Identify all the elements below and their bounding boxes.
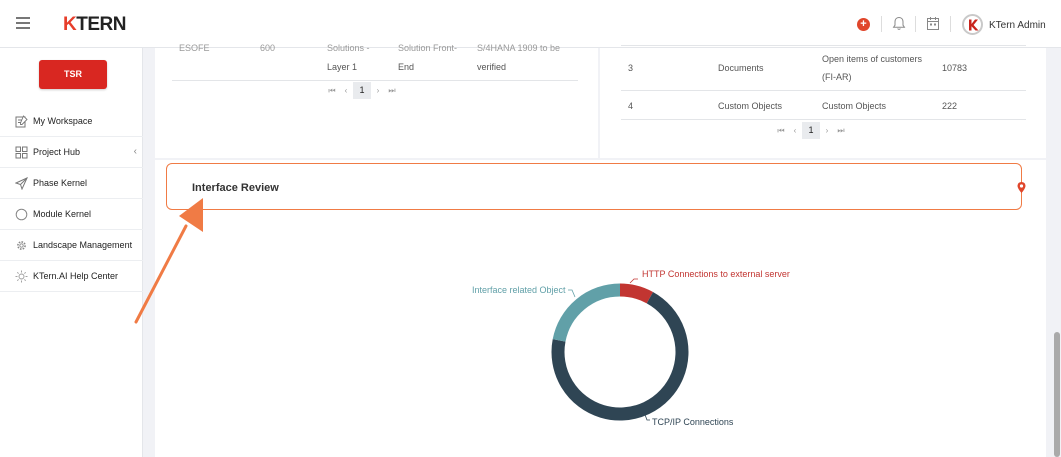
table-cell: 10783: [942, 63, 968, 73]
table-cell: Solutions -: [327, 43, 370, 53]
row-divider: [172, 80, 578, 81]
table-cell: End: [398, 62, 415, 72]
table-cell: Custom Objects: [822, 101, 887, 111]
last-page-button[interactable]: ⏭: [385, 83, 399, 98]
object-count-panel: 3 Documents Open items of customers (FI-…: [600, 45, 1046, 158]
gear-icon: [15, 239, 28, 252]
table-cell: Custom Objects: [718, 101, 783, 111]
sidebar-item-module-kernel[interactable]: Module Kernel: [0, 199, 143, 230]
bell-icon[interactable]: [892, 16, 908, 32]
section-title: Interface Review: [192, 182, 279, 194]
add-icon[interactable]: +: [857, 18, 870, 31]
table-cell: 4: [628, 101, 634, 111]
sidebar-item-label: Project Hub: [33, 147, 81, 157]
divider: [881, 16, 882, 32]
table-cell: 3: [628, 63, 634, 73]
workspace-icon: [15, 114, 28, 128]
prev-page-button[interactable]: ‹: [788, 123, 802, 138]
table-cell: Open items of customers: [822, 54, 923, 64]
paper-plane-icon: [14, 176, 29, 190]
user-name[interactable]: KTern Admin: [989, 20, 1046, 31]
divider: [915, 16, 916, 32]
tsr-button[interactable]: TSR: [39, 60, 107, 89]
first-page-button[interactable]: ⏮: [325, 83, 339, 98]
ktern-logo[interactable]: KTERN: [63, 14, 126, 36]
sidebar-item-label: Module Kernel: [33, 209, 92, 219]
chart-label-http: HTTP Connections to external server: [642, 269, 790, 279]
row-divider: [621, 90, 1026, 91]
sidebar-nav: My Workspace Project Hub ‹ Phase Kernel …: [0, 106, 143, 292]
table-cell: S/4HANA 1909 to be: [477, 43, 561, 53]
first-page-button[interactable]: ⏮: [774, 123, 788, 138]
object-table-panel: ESOFE 600 Solutions - Solution Front- S/…: [155, 43, 598, 158]
prev-page-button[interactable]: ‹: [339, 83, 353, 98]
table-cell: verified: [477, 62, 507, 72]
donut-slice-http-connections-to-external-server[interactable]: [619, 283, 653, 304]
sidebar-item-label: Landscape Management: [33, 240, 133, 250]
next-page-button[interactable]: ›: [820, 123, 834, 138]
sidebar-item-label: KTern.AI Help Center: [33, 271, 119, 281]
hamburger-menu-icon[interactable]: [16, 17, 30, 29]
table-cell: 222: [942, 101, 958, 111]
row-divider: [621, 119, 1026, 120]
sidebar-item-project-hub[interactable]: Project Hub ‹: [0, 137, 143, 168]
divider: [950, 16, 951, 32]
scrollbar-thumb[interactable]: [1054, 332, 1060, 457]
user-avatar[interactable]: [962, 14, 983, 35]
next-page-button[interactable]: ›: [371, 83, 385, 98]
calendar-icon[interactable]: [926, 16, 942, 32]
chart-label-interface-object: Interface related Object: [472, 285, 566, 295]
chart-label-tcpip: TCP/IP Connections: [652, 417, 734, 427]
last-page-button[interactable]: ⏭: [834, 123, 848, 138]
circle-icon: [15, 208, 28, 221]
pagination: ⏮ ‹ 1 › ⏭: [774, 122, 848, 139]
sun-icon: [15, 270, 28, 283]
page-number-button[interactable]: 1: [802, 122, 820, 139]
sidebar-item-label: My Workspace: [33, 116, 93, 126]
table-cell: 600: [260, 43, 276, 53]
page-number-button[interactable]: 1: [353, 82, 371, 99]
sidebar-item-my-workspace[interactable]: My Workspace: [0, 106, 143, 137]
grid-icon: [15, 146, 28, 159]
table-cell: Documents: [718, 63, 764, 73]
sidebar: TSR My Workspace Project Hub ‹ Phase Ker…: [0, 48, 143, 457]
row-divider: [621, 45, 1026, 46]
interface-review-donut-chart[interactable]: [545, 277, 695, 427]
table-cell: Solution Front-: [398, 43, 458, 53]
chevron-left-icon[interactable]: ‹: [134, 146, 137, 157]
table-cell: ESOFE: [179, 43, 210, 53]
pin-icon[interactable]: [1016, 181, 1027, 199]
sidebar-item-landscape-management[interactable]: Landscape Management: [0, 230, 143, 261]
table-cell: (FI-AR): [822, 72, 852, 82]
sidebar-item-phase-kernel[interactable]: Phase Kernel: [0, 168, 143, 199]
sidebar-item-label: Phase Kernel: [33, 178, 88, 188]
sidebar-item-help-center[interactable]: KTern.AI Help Center: [0, 261, 143, 292]
pagination: ⏮ ‹ 1 › ⏭: [325, 82, 399, 99]
interface-review-header[interactable]: Interface Review: [166, 163, 1022, 210]
donut-slice-interface-related-object[interactable]: [552, 283, 621, 342]
table-cell: Layer 1: [327, 62, 358, 72]
